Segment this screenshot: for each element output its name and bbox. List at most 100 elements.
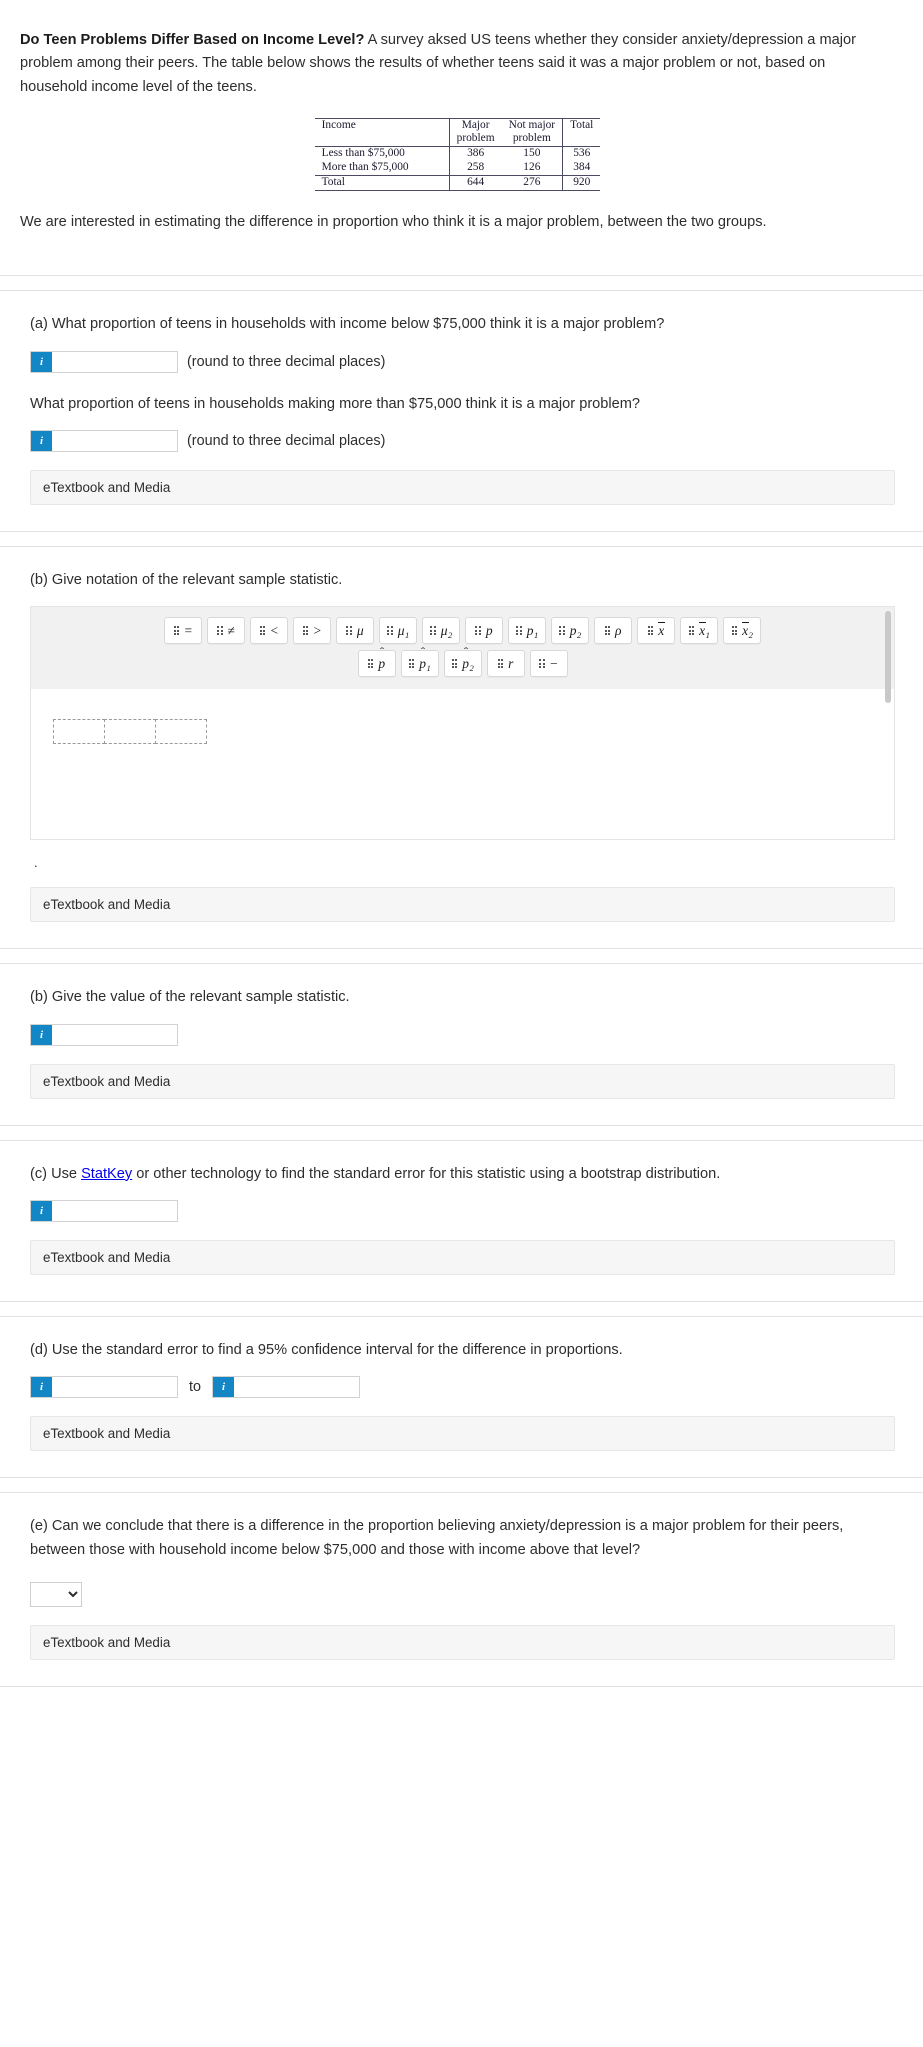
palette-button-xbar1[interactable]: x1 — [680, 617, 718, 645]
table-header-income-l2 — [322, 132, 403, 146]
table-header-not-major-l2: problem — [512, 132, 551, 145]
table-header-not-major-l1: Not major — [508, 118, 556, 131]
symbol-glyph-mu2: μ2 — [440, 623, 453, 641]
answer-input-d-upper[interactable] — [234, 1377, 360, 1398]
etextbook-and-media-a[interactable]: eTextbook and Media — [30, 469, 895, 505]
question-d: (d) Use the standard error to find a 95%… — [30, 1342, 623, 1358]
table-header-total-l2 — [570, 132, 593, 146]
answer-input-c[interactable] — [52, 1201, 177, 1221]
input-group-a2: i — [30, 429, 178, 452]
answer-input-d-lower[interactable] — [52, 1377, 177, 1398]
statkey-link[interactable]: StatKey — [81, 1166, 132, 1182]
table-cell-label: Less than $75,000 — [321, 147, 405, 160]
symbol-glyph-p: p — [485, 623, 493, 639]
answer-input-a2[interactable] — [52, 430, 177, 451]
drag-handle-icon — [688, 626, 695, 636]
notation-dropzone[interactable] — [104, 719, 156, 745]
section-a: (a) What proportion of teens in househol… — [0, 290, 923, 532]
contingency-table-wrapper: Income Major problem Not major problem T… — [20, 118, 895, 192]
answer-input-b-value[interactable] — [52, 1024, 177, 1045]
question-c-post: or other technology to find the standard… — [132, 1165, 721, 1182]
symbol-glyph-phat: p — [378, 657, 385, 671]
answer-input-a1[interactable] — [52, 351, 177, 372]
drag-handle-icon — [647, 626, 654, 636]
table-cell-total: 384 — [562, 161, 601, 176]
etextbook-and-media-e[interactable]: eTextbook and Media — [30, 1625, 895, 1661]
info-icon[interactable]: i — [31, 351, 52, 372]
palette-button-lt[interactable]: < — [250, 617, 288, 645]
question-e: (e) Can we conclude that there is a diff… — [30, 1518, 844, 1558]
palette-button-r[interactable]: r — [486, 650, 525, 678]
question-a-part1: (a) What proportion of teens in househol… — [30, 316, 665, 333]
notation-dropzone[interactable] — [53, 719, 105, 745]
palette-row-2: p p1 p2 r − — [49, 650, 876, 678]
palette-button-eq[interactable]: = — [164, 617, 202, 645]
palette-scrollbar[interactable] — [885, 611, 891, 704]
drag-handle-icon — [516, 626, 522, 636]
math-notation-editor: = ≠ < > μ μ1 μ2 p p1 p2 ρ x x1 x2 p p1 p2 r − — [30, 606, 895, 841]
palette-button-mu1[interactable]: μ1 — [379, 617, 417, 645]
etextbook-and-media-c[interactable]: eTextbook and Media — [30, 1240, 895, 1275]
palette-button-mu2[interactable]: μ2 — [422, 617, 460, 645]
palette-button-gt[interactable]: > — [293, 617, 331, 645]
drag-handle-icon — [731, 626, 738, 636]
info-icon[interactable]: i — [31, 1201, 52, 1221]
info-icon[interactable]: i — [31, 1024, 52, 1045]
symbol-glyph-xbar1: x1 — [698, 622, 710, 641]
palette-row-1: = ≠ < > μ μ1 μ2 p p1 p2 ρ x x1 x2 — [49, 617, 876, 645]
symbol-glyph-xbar: x — [657, 622, 666, 639]
drag-handle-icon — [217, 626, 223, 636]
table-cell-label: More than $75,000 — [321, 161, 409, 174]
section-b-notation: (b) Give notation of the relevant sample… — [0, 545, 923, 950]
section-d: (d) Use the standard error to find a 95%… — [0, 1316, 923, 1479]
question-a-part2: What proportion of teens in households m… — [30, 395, 641, 412]
info-icon[interactable]: i — [31, 1377, 52, 1398]
palette-button-phat[interactable]: p — [357, 650, 396, 678]
drag-handle-icon — [302, 626, 309, 636]
drag-handle-icon — [346, 626, 352, 636]
input-group-b-value: i — [30, 1023, 178, 1046]
symbol-glyph-r: r — [508, 656, 514, 672]
palette-button-p2[interactable]: p2 — [551, 617, 589, 645]
notation-answer-canvas[interactable] — [31, 689, 894, 840]
palette-button-mu[interactable]: μ — [336, 617, 374, 645]
symbol-glyph-phat2: p2 — [462, 657, 474, 672]
symbol-glyph-xbar2: x2 — [741, 622, 753, 641]
palette-button-xbar2[interactable]: x2 — [723, 617, 761, 645]
problem-statement: Do Teen Problems Differ Based on Income … — [20, 29, 895, 100]
table-header-income-l1: Income — [321, 118, 356, 131]
table-cell-not-major: 276 — [523, 176, 541, 189]
table-header-major-l1: Major — [461, 118, 490, 131]
symbol-glyph-mu1: μ1 — [397, 623, 410, 641]
palette-button-minus[interactable]: − — [529, 650, 568, 678]
notation-dropzone[interactable] — [155, 719, 207, 745]
drag-handle-icon — [451, 659, 458, 669]
palette-button-p1[interactable]: p1 — [508, 617, 546, 645]
table-cell-not-major: 126 — [523, 161, 541, 174]
etextbook-and-media-b-value[interactable]: eTextbook and Media — [30, 1063, 895, 1099]
table-cell-label: Total — [321, 176, 345, 189]
symbol-glyph-lt: < — [270, 623, 279, 639]
drag-handle-icon — [559, 626, 565, 636]
table-cell-major: 386 — [448, 146, 502, 162]
input-group-a1: i — [30, 350, 178, 373]
palette-button-phat1[interactable]: p1 — [400, 650, 439, 678]
palette-button-p[interactable]: p — [465, 617, 503, 645]
table-cell-total: 536 — [562, 146, 601, 162]
info-icon[interactable]: i — [31, 430, 52, 451]
palette-button-rho[interactable]: ρ — [594, 617, 632, 645]
palette-button-phat2[interactable]: p2 — [443, 650, 482, 678]
answer-select-e[interactable]: YesNo — [30, 1582, 82, 1608]
table-row: More than $75,000 258 126 384 — [315, 161, 601, 176]
palette-button-neq[interactable]: ≠ — [207, 617, 245, 645]
info-icon[interactable]: i — [213, 1377, 235, 1398]
drag-handle-icon — [475, 626, 481, 636]
symbol-glyph-neq: ≠ — [227, 623, 235, 639]
table-cell-major: 258 — [448, 161, 502, 176]
drag-handle-icon — [604, 626, 610, 636]
palette-button-xbar[interactable]: x — [637, 617, 675, 645]
symbol-glyph-eq: = — [184, 623, 193, 639]
etextbook-and-media-d[interactable]: eTextbook and Media — [30, 1416, 895, 1452]
input-group-d-upper: i — [212, 1376, 361, 1399]
etextbook-and-media-b-notation[interactable]: eTextbook and Media — [30, 887, 895, 923]
